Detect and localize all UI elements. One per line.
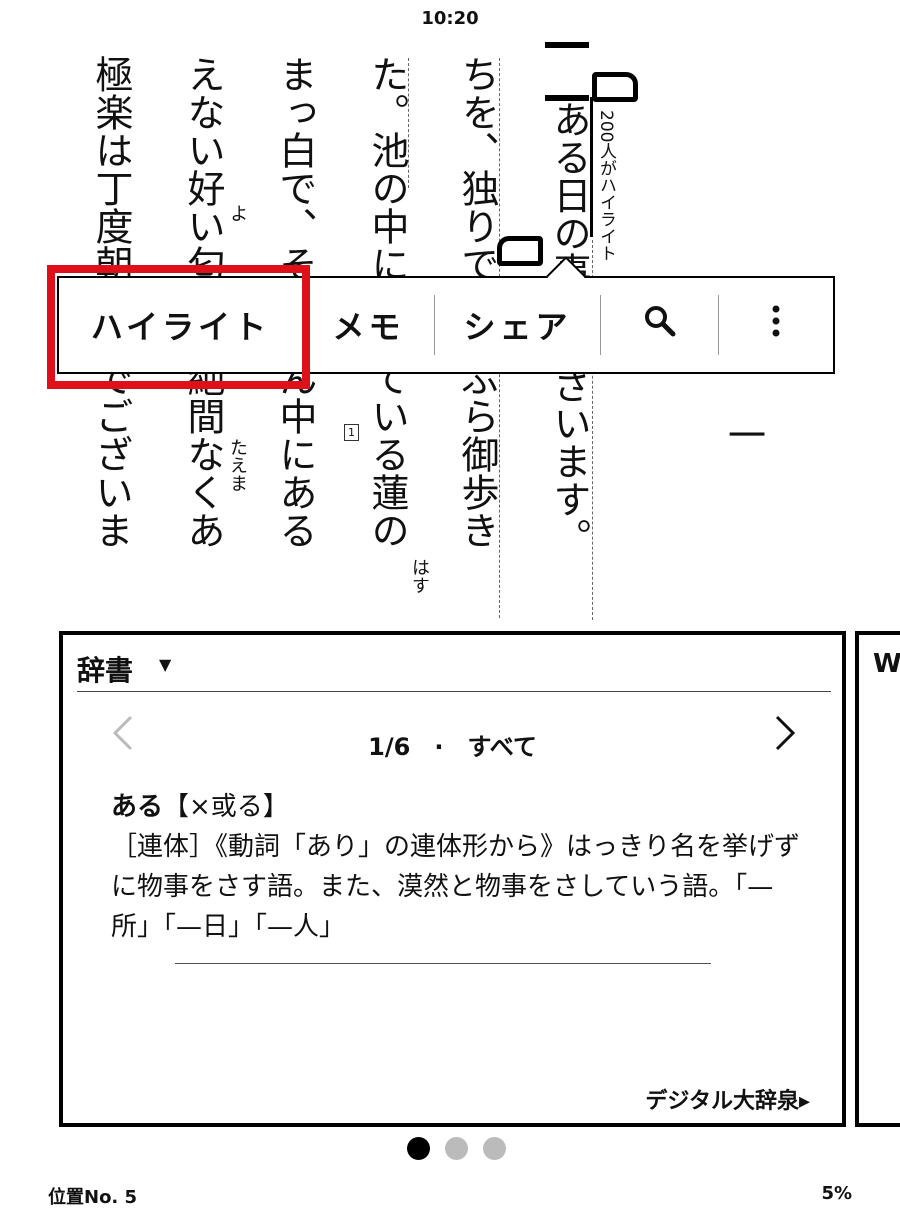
selection-start-bar (545, 95, 589, 101)
more-button[interactable] (719, 295, 833, 355)
selection-start-bar (545, 42, 589, 48)
card-page-indicator (407, 1137, 506, 1160)
share-button[interactable]: シェア (435, 295, 601, 355)
footnote-marker[interactable]: 1 (344, 424, 359, 441)
text-column-6: ある日の事でございます。 (546, 100, 592, 665)
ruby-taema: たえま (227, 438, 248, 492)
definition-pager: 1/6 · すべて (368, 733, 537, 761)
more-vertical-icon (770, 304, 782, 346)
page-dot[interactable] (445, 1137, 468, 1160)
selection-start-handle[interactable] (592, 72, 638, 102)
memo-button[interactable]: メモ (303, 295, 435, 355)
page-dot[interactable] (483, 1137, 506, 1160)
ruby-hasu: はす (409, 558, 430, 594)
divider (77, 691, 831, 692)
highlight-dotted-line (408, 58, 409, 188)
selection-range-line (590, 97, 593, 237)
dictionary-title[interactable]: 辞書 (77, 649, 133, 689)
selection-end-handle[interactable] (497, 236, 543, 266)
reading-progress: 5% (821, 1183, 852, 1204)
chapter-number: 一 (728, 414, 767, 458)
ruby-yo: よ (227, 204, 248, 222)
status-time: 10:20 (421, 8, 479, 29)
dictionary-entry: ある【×或る】 ［連体］《動詞「あり」の連体形から》はっきり名を挙げずに物事をさ… (111, 787, 811, 947)
reading-location[interactable]: 位置No. 5 (48, 1183, 137, 1209)
next-card-title: W (873, 649, 900, 679)
search-icon (643, 304, 677, 346)
next-definition-button[interactable] (773, 713, 797, 763)
search-button[interactable] (601, 295, 719, 355)
definition-text: ［連体］《動詞「あり」の連体形から》はっきり名を挙げずに物事をさす語。また、漠然… (111, 832, 801, 942)
dictionary-source-link[interactable]: デジタル大辞泉▸ (645, 1083, 810, 1115)
dictionary-dropdown-icon[interactable]: ▼ (159, 655, 171, 674)
highlight-button-annotation (47, 265, 310, 389)
divider (175, 963, 711, 964)
next-info-card[interactable]: W (855, 631, 900, 1127)
dictionary-card[interactable]: 辞書 ▼ 1/6 · すべて ある【×或る】 ［連体］《動詞「あり」の連体形から… (59, 631, 846, 1127)
popular-highlight-note: 200人がハイライト (596, 110, 616, 262)
headword-kanji: 【×或る】 (163, 792, 289, 822)
headword: ある (111, 792, 164, 822)
page-dot-active[interactable] (407, 1137, 430, 1160)
